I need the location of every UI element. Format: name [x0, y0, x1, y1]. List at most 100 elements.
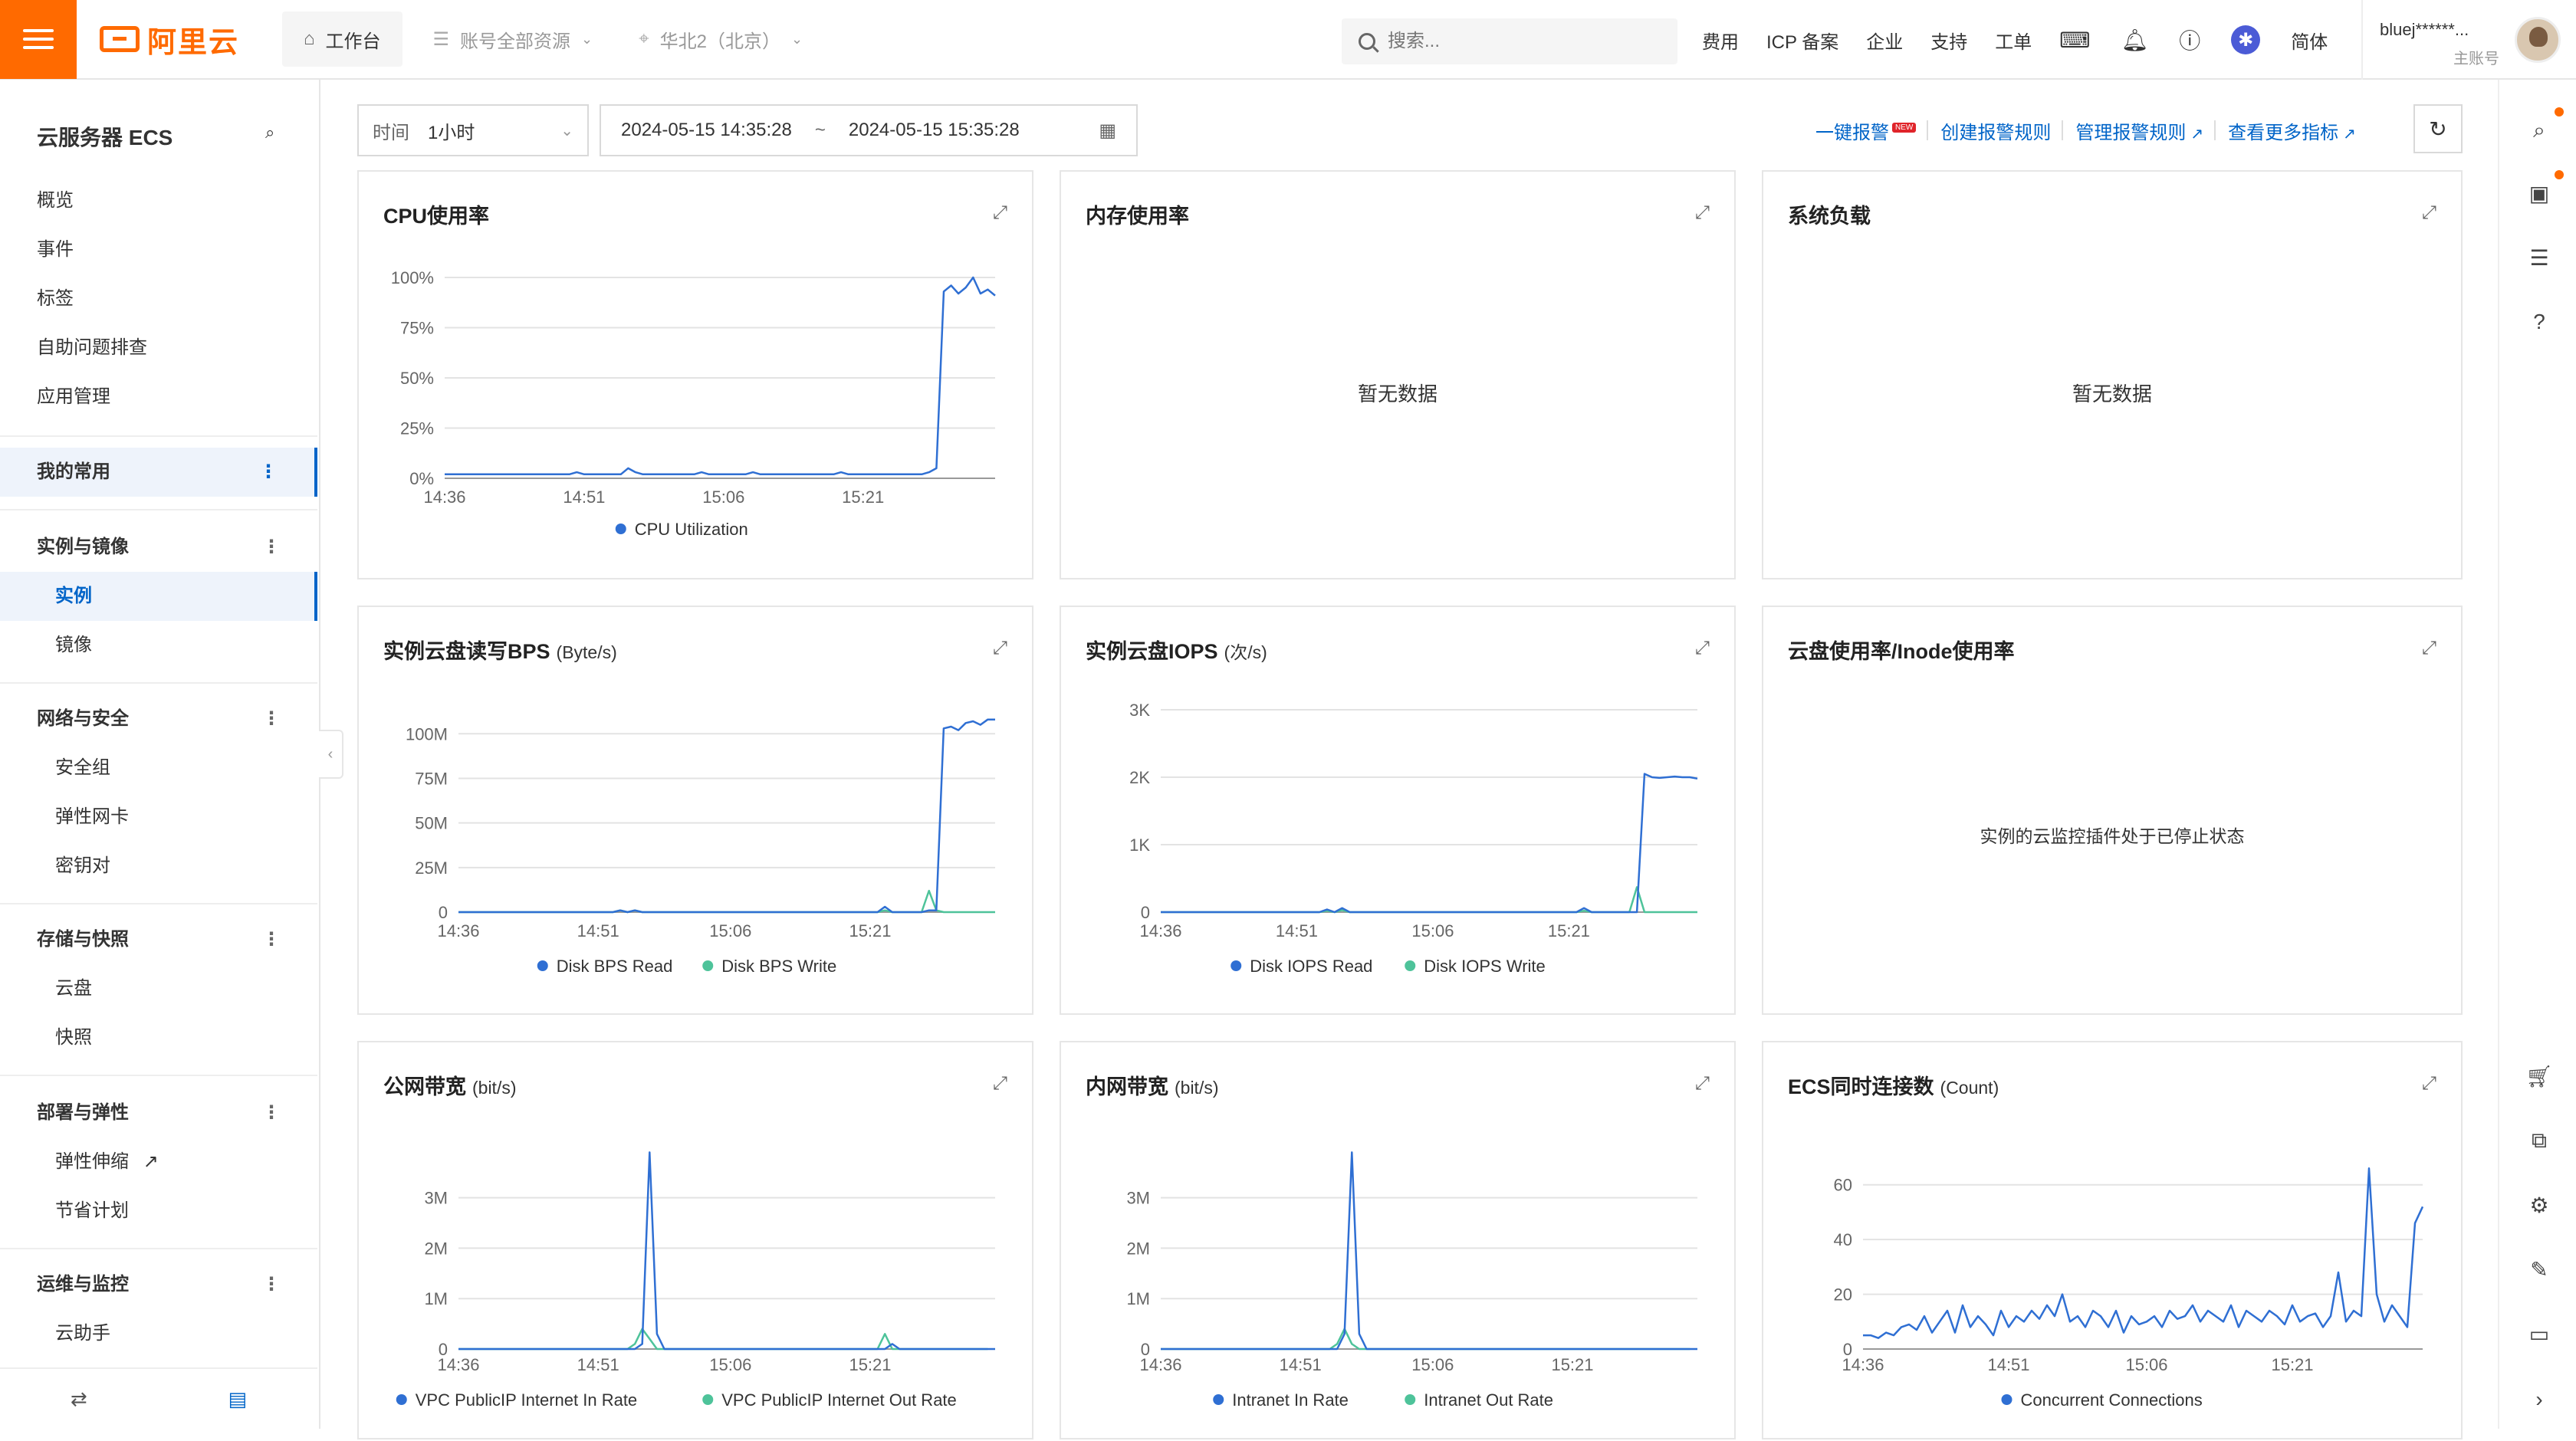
sidebar-item-snapshots[interactable]: 快照: [0, 1013, 317, 1062]
bell-icon[interactable]: 🔔︎: [2121, 28, 2149, 53]
billing-link[interactable]: 费用: [1702, 27, 1739, 54]
y-tick-label: 50%: [400, 369, 434, 388]
legend-marker: [702, 1394, 714, 1405]
sidebar-item-eni[interactable]: 弹性网卡: [0, 793, 317, 842]
sidebar-item-images[interactable]: 镜像: [0, 621, 317, 670]
hamburger-icon: [23, 24, 54, 54]
list-icon[interactable]: ☰: [2525, 244, 2553, 271]
search-icon[interactable]: ⌕: [2525, 117, 2553, 144]
chevron-right-icon[interactable]: ›: [2525, 1386, 2553, 1413]
logo-text: 阿里云: [147, 26, 240, 59]
create-alarm-rule-link[interactable]: 创建报警规则: [1940, 117, 2051, 144]
terminal-icon[interactable]: ⌨: [2059, 28, 2090, 53]
sidebar-item-security-groups[interactable]: 安全组: [0, 743, 317, 793]
sidebar-group-storage[interactable]: 存储与快照 ⋮: [0, 915, 317, 964]
divider: [0, 1075, 317, 1076]
icp-link[interactable]: ICP 备案: [1766, 27, 1838, 54]
x-tick-label: 15:21: [1551, 1355, 1593, 1374]
sidebar-group-favorites[interactable]: 我的常用 ⋮: [0, 448, 317, 497]
enterprise-link[interactable]: 企业: [1866, 27, 1903, 54]
global-search-input[interactable]: [1388, 31, 1664, 52]
disk-iops-chart: 0 1K 2K 3K 14:36 14:51 15:06 15:21 Disk IOPS Rea…: [1129, 701, 1698, 976]
feedback-icon[interactable]: ▤: [228, 1387, 248, 1411]
external-link-icon: ↗: [2343, 125, 2356, 143]
sidebar-item-disks[interactable]: 云盘: [0, 964, 317, 1013]
sidebar-item-overview[interactable]: 概览: [37, 176, 74, 225]
y-tick-label: 20: [1834, 1285, 1852, 1305]
more-icon[interactable]: ⋮: [262, 1260, 281, 1309]
more-metrics-link[interactable]: 查看更多指标 ↗: [2228, 117, 2356, 144]
gear-icon[interactable]: ⚙: [2525, 1191, 2553, 1219]
x-tick-label: 14:36: [1139, 1355, 1181, 1374]
more-icon[interactable]: ⋮: [259, 448, 278, 497]
sidebar-item-troubleshoot[interactable]: 自助问题排查: [37, 323, 147, 373]
search-icon[interactable]: ⌕: [265, 123, 274, 143]
chat-icon[interactable]: ▭: [2525, 1320, 2553, 1347]
more-icon[interactable]: ⋮: [262, 523, 281, 572]
help-icon[interactable]: ⓘ: [2179, 25, 2200, 55]
docs-icon[interactable]: ▣: [2525, 179, 2553, 207]
x-tick-label: 14:51: [1276, 921, 1318, 940]
expand-icon[interactable]: ⤢: [2422, 202, 2436, 224]
support-link[interactable]: 支持: [1930, 27, 1967, 54]
x-tick-label: 15:21: [849, 921, 891, 940]
sidebar-group-network[interactable]: 网络与安全 ⋮: [0, 694, 317, 743]
y-tick-label: 1K: [1129, 835, 1150, 855]
legend-label: Disk IOPS Write: [1424, 957, 1546, 976]
manage-alarm-rule-link[interactable]: 管理报警规则 ↗: [2075, 117, 2203, 144]
account-menu[interactable]: bluej******... 主账号: [2361, 0, 2576, 80]
expand-icon[interactable]: ⤢: [2422, 638, 2436, 659]
legend-label: VPC PublicIP Internet Out Rate: [721, 1390, 957, 1410]
sidebar-group-deploy[interactable]: 部署与弹性 ⋮: [0, 1088, 317, 1137]
ticket-link[interactable]: 工单: [1995, 27, 2032, 54]
ai-assistant-icon[interactable]: ✱: [2231, 25, 2261, 54]
time-value: 1小时: [428, 122, 475, 143]
series-line: [1161, 886, 1697, 914]
global-search[interactable]: [1342, 18, 1677, 64]
date-range-picker[interactable]: 2024-05-15 14:35:28 ~ 2024-05-15 15:35:2…: [600, 104, 1138, 156]
sidebar-item-cloud-assistant[interactable]: 云助手: [0, 1309, 317, 1358]
hamburger-menu-button[interactable]: [0, 0, 77, 79]
language-switch[interactable]: 简体: [2291, 27, 2328, 54]
manage-rule-label: 管理报警规则: [2075, 122, 2187, 143]
sidebar-item-apps[interactable]: 应用管理: [37, 373, 110, 422]
edit-icon[interactable]: ✎: [2525, 1256, 2553, 1283]
refresh-button[interactable]: ↻: [2413, 104, 2463, 153]
workbench-button[interactable]: ⌂ 工作台: [282, 11, 402, 67]
workbench-label: 工作台: [325, 31, 381, 52]
more-icon[interactable]: ⋮: [262, 694, 281, 743]
sidebar-group-ops[interactable]: 运维与监控 ⋮: [0, 1260, 317, 1309]
sidebar-item-events[interactable]: 事件: [37, 225, 74, 274]
divider: [2062, 120, 2064, 140]
sidebar-item-autoscaling[interactable]: 弹性伸缩 ↗: [0, 1137, 317, 1187]
series-line: [1161, 773, 1698, 914]
end-datetime: 2024-05-15 15:35:28: [848, 120, 1020, 140]
disk-usage-card: 云盘使用率/Inode使用率 ⤢ 实例的云监控插件处于已停止状态: [1762, 606, 2463, 1015]
time-range-select[interactable]: 时间 1小时 ⌄: [357, 104, 589, 156]
resource-group-selector[interactable]: ☰ 账号全部资源 ⌄: [418, 11, 609, 67]
sidebar-collapse-button[interactable]: ‹: [319, 730, 343, 779]
sidebar-group-instances[interactable]: 实例与镜像 ⋮: [0, 523, 317, 572]
sidebar-item-instances[interactable]: 实例: [0, 572, 317, 621]
cart-icon[interactable]: 🛒︎: [2525, 1062, 2553, 1090]
one-click-alarm-link[interactable]: 一键报警 NEW: [1815, 117, 1917, 144]
private-bandwidth-card: 内网带宽 (bit/s) ⤢ 0 1M 2M 3M 14:36 14:51 15:06 15:2…: [1060, 1041, 1736, 1439]
card-title: 内存使用率: [1086, 205, 1189, 228]
sidebar-item-keypairs[interactable]: 密钥对: [0, 842, 317, 891]
help-icon[interactable]: ?: [2525, 308, 2553, 336]
sidebar-item-savings-plan[interactable]: 节省计划: [0, 1187, 317, 1236]
aliyun-logo[interactable]: 阿里云: [100, 18, 268, 61]
x-tick-label: 15:21: [849, 1355, 891, 1374]
alarm-links: 一键报警 NEW 创建报警规则 管理报警规则 ↗ 查看更多指标 ↗: [1815, 104, 2367, 156]
legend-marker: [537, 960, 548, 971]
more-icon[interactable]: ⋮: [262, 915, 281, 964]
no-data-text: 暂无数据: [1357, 382, 1438, 405]
switch-icon[interactable]: ⇄: [71, 1387, 87, 1411]
resource-icon[interactable]: ⧉: [2525, 1127, 2553, 1154]
more-icon[interactable]: ⋮: [262, 1088, 281, 1137]
sidebar-item-tags[interactable]: 标签: [37, 274, 74, 323]
region-selector[interactable]: ⌖ 华北2（北京） ⌄: [623, 11, 818, 67]
right-tool-rail: ⌕ ▣ ☰ ? 🛒︎ ⧉ ⚙ ✎ ▭ ›: [2498, 80, 2576, 1429]
expand-icon[interactable]: ⤢: [1695, 202, 1710, 224]
group-label: 运维与监控: [37, 1274, 129, 1295]
